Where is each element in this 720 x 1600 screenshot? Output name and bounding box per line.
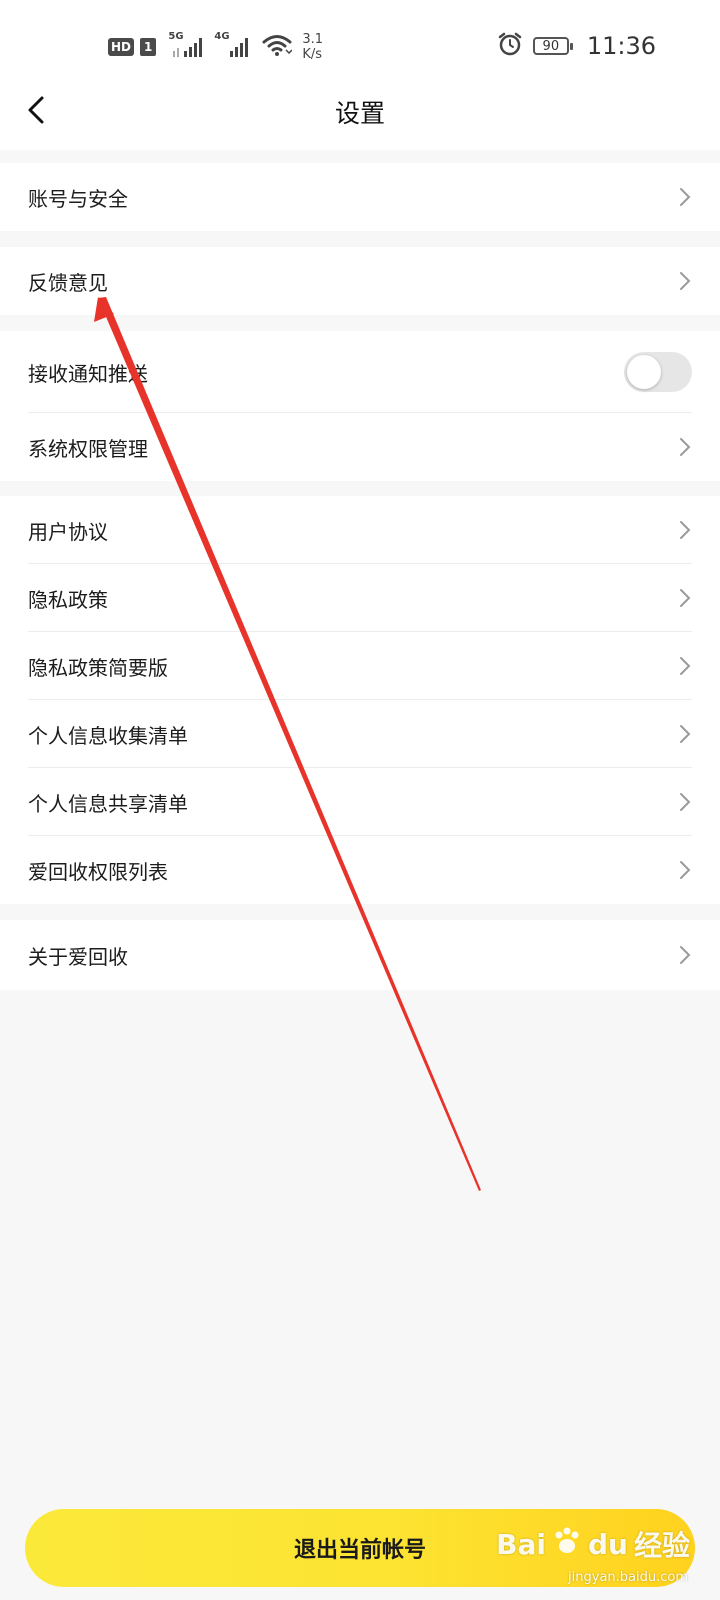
signal-5g-icon: 5G bbox=[168, 31, 204, 59]
chevron-right-icon bbox=[680, 946, 691, 964]
settings-item-feedback[interactable]: 反馈意见 bbox=[0, 247, 720, 315]
settings-item-label: 账号与安全 bbox=[28, 186, 128, 211]
battery-icon: 90 bbox=[532, 37, 573, 55]
watermark-suffix: 经验 bbox=[633, 1529, 690, 1562]
sim-badge: 1 bbox=[140, 38, 157, 56]
chevron-right-icon bbox=[680, 589, 691, 607]
baidu-watermark: Bai du 经验 bbox=[496, 1524, 690, 1564]
settings-item-label: 关于爱回收 bbox=[28, 944, 128, 969]
group-account: 账号与安全 bbox=[0, 163, 720, 231]
settings-item-label: 隐私政策简要版 bbox=[28, 655, 168, 680]
notification-toggle[interactable] bbox=[624, 352, 692, 392]
network-type-4g: 4G bbox=[214, 31, 230, 42]
settings-item-label: 爱回收权限列表 bbox=[28, 859, 168, 884]
network-speed: 3.1 K/s bbox=[302, 32, 323, 62]
settings-item-account-security[interactable]: 账号与安全 bbox=[0, 163, 720, 231]
group-about: 关于爱回收 bbox=[0, 920, 720, 990]
settings-item-user-agreement[interactable]: 用户协议 bbox=[0, 496, 720, 564]
logout-button-label: 退出当前帐号 bbox=[293, 1538, 426, 1563]
speed-unit: K/s bbox=[302, 47, 323, 62]
settings-item-label: 反馈意见 bbox=[28, 270, 108, 295]
settings-item-label: 接收通知推送 bbox=[28, 361, 148, 386]
speed-value: 3.1 bbox=[302, 32, 324, 47]
status-bar-right: 90 11:36 bbox=[497, 30, 656, 62]
paw-icon bbox=[552, 1526, 582, 1563]
alarm-icon bbox=[497, 31, 523, 61]
settings-item-label: 个人信息收集清单 bbox=[28, 723, 188, 748]
chevron-right-icon bbox=[680, 793, 691, 811]
signal-4g-icon: 4G bbox=[214, 31, 250, 59]
chevron-right-icon bbox=[680, 521, 691, 539]
battery-level: 90 bbox=[542, 38, 560, 54]
settings-item-permission-list[interactable]: 爱回收权限列表 bbox=[0, 836, 720, 904]
wifi-icon bbox=[262, 33, 293, 61]
settings-item-label: 系统权限管理 bbox=[28, 436, 148, 461]
settings-item-privacy-policy-brief[interactable]: 隐私政策简要版 bbox=[0, 632, 720, 700]
watermark-brand: Bai bbox=[496, 1527, 546, 1561]
group-notifications: 接收通知推送 系统权限管理 bbox=[0, 331, 720, 481]
chevron-right-icon bbox=[680, 438, 691, 456]
chevron-right-icon bbox=[680, 861, 691, 879]
settings-item-notification-push: 接收通知推送 bbox=[0, 331, 720, 413]
chevron-right-icon bbox=[680, 272, 691, 290]
header: 设置 bbox=[0, 74, 720, 150]
chevron-right-icon bbox=[680, 188, 691, 206]
settings-item-system-permissions[interactable]: 系统权限管理 bbox=[0, 413, 720, 481]
settings-item-about[interactable]: 关于爱回收 bbox=[0, 920, 720, 990]
watermark-url: jingyan.baidu.com bbox=[568, 1570, 688, 1585]
status-bar-left: HD 1 5G 4G 3.1 K/s bbox=[108, 30, 323, 64]
network-type-5g: 5G bbox=[168, 31, 184, 42]
settings-item-personal-info-sharing[interactable]: 个人信息共享清单 bbox=[0, 768, 720, 836]
watermark-brand-2: du bbox=[588, 1527, 628, 1561]
settings-item-personal-info-collection[interactable]: 个人信息收集清单 bbox=[0, 700, 720, 768]
settings-item-label: 个人信息共享清单 bbox=[28, 791, 188, 816]
chevron-right-icon bbox=[680, 725, 691, 743]
settings-item-label: 用户协议 bbox=[28, 519, 108, 544]
hd-badge: HD bbox=[108, 38, 135, 56]
chevron-right-icon bbox=[680, 657, 691, 675]
settings-item-privacy-policy[interactable]: 隐私政策 bbox=[0, 564, 720, 632]
status-time: 11:36 bbox=[586, 32, 656, 60]
toggle-knob bbox=[627, 355, 661, 389]
group-policies: 用户协议 隐私政策 隐私政策简要版 个人信息收集清单 个人信息共享清单 爱回收权… bbox=[0, 496, 720, 904]
settings-item-label: 隐私政策 bbox=[28, 587, 108, 612]
page-title: 设置 bbox=[334, 99, 385, 128]
group-feedback: 反馈意见 bbox=[0, 247, 720, 315]
